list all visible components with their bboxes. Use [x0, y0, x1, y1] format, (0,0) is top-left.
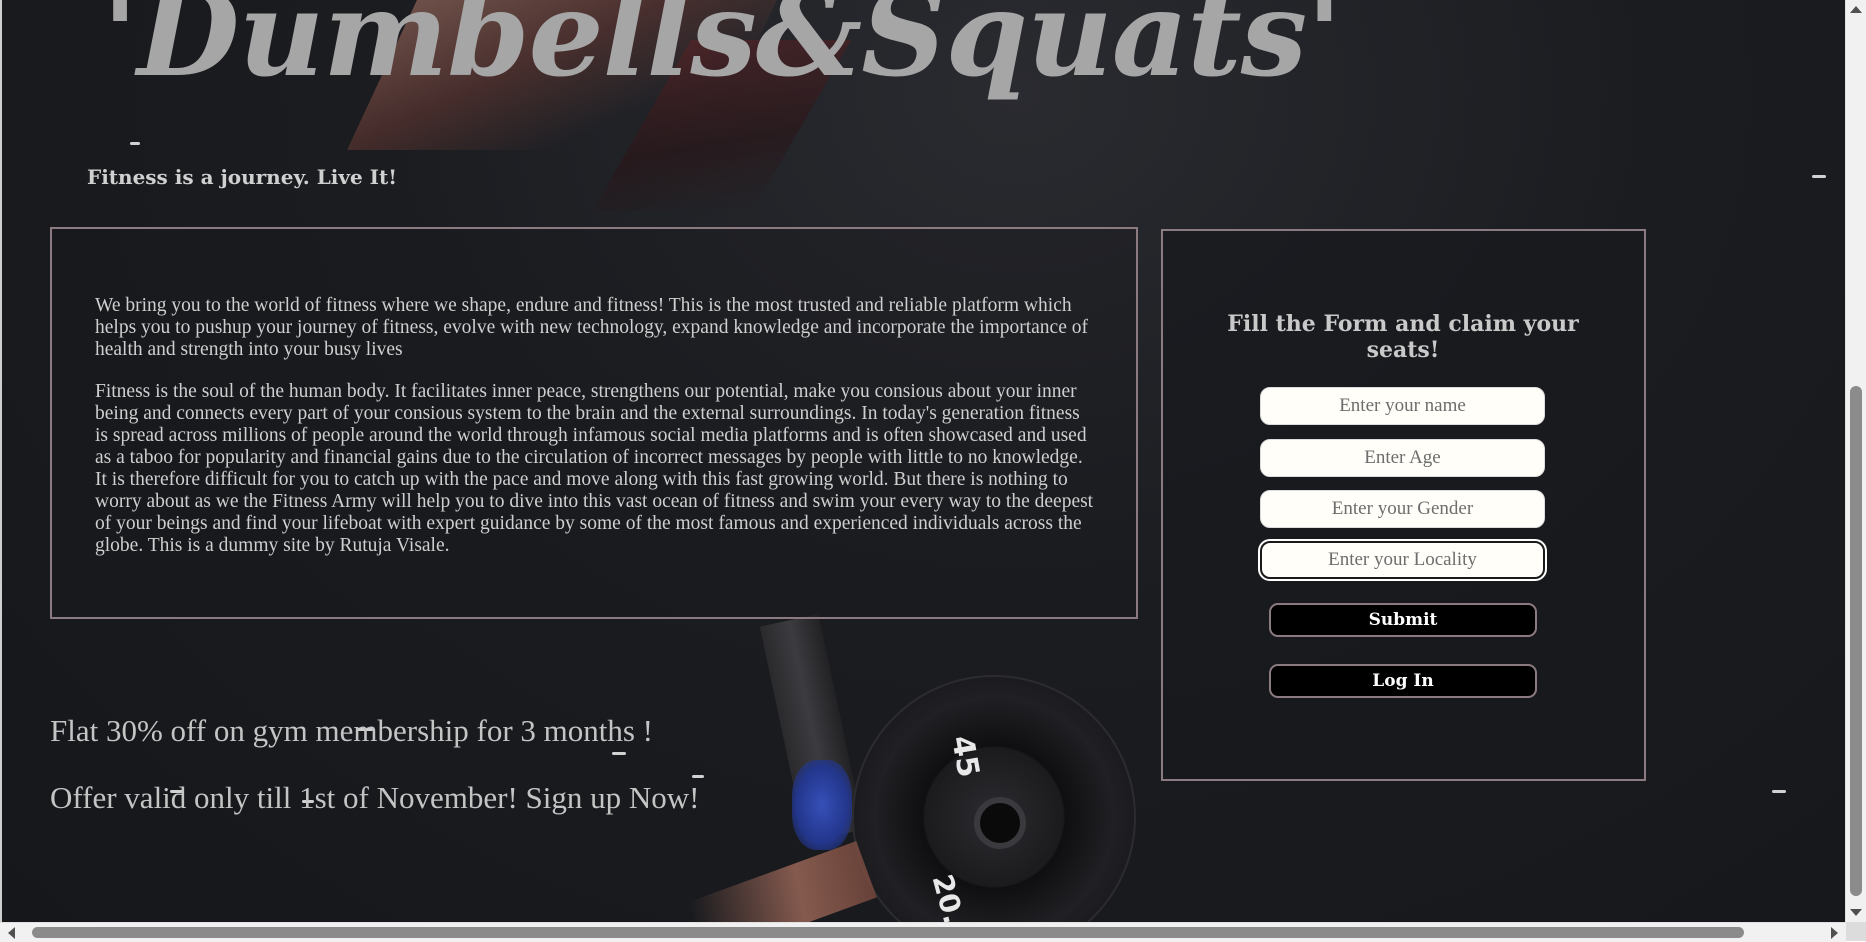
locality-input[interactable]	[1260, 541, 1545, 579]
gender-input[interactable]	[1260, 490, 1545, 528]
scroll-left-icon[interactable]	[8, 927, 15, 939]
background-light	[612, 752, 626, 755]
horizontal-scroll-thumb[interactable]	[32, 927, 1744, 938]
submit-button[interactable]: Submit	[1269, 603, 1537, 637]
offer-text: Flat 30% off on gym membership for 3 mon…	[50, 713, 654, 748]
form-title: Fill the Form and claim your seats!	[1227, 311, 1579, 363]
offer-deadline-text: Offer valid only till 1st of November! S…	[50, 780, 700, 815]
page-viewport: 45 20.4 'Dumbells&Squats' Fitness is a j…	[0, 0, 1848, 922]
horizontal-scrollbar[interactable]	[0, 922, 1846, 942]
background-light	[1772, 790, 1786, 793]
login-button[interactable]: Log In	[1269, 664, 1537, 698]
scrollbar-corner	[1846, 922, 1866, 941]
weight-plate-hub	[974, 797, 1026, 849]
name-input[interactable]	[1260, 387, 1545, 425]
weight-plate-number: 45	[944, 732, 986, 781]
vertical-scrollbar[interactable]	[1845, 0, 1866, 922]
background-weight-plate: 45 20.4	[852, 675, 1136, 922]
scroll-up-icon[interactable]	[1850, 6, 1862, 13]
background-leg-image	[687, 841, 877, 922]
background-shoe-image	[792, 760, 852, 850]
about-section: We bring you to the world of fitness whe…	[50, 227, 1138, 619]
tagline: Fitness is a journey. Live It!	[87, 165, 398, 189]
brand-title: 'Dumbells&Squats'	[102, 0, 1342, 103]
about-paragraph: We bring you to the world of fitness whe…	[95, 295, 1088, 360]
age-input[interactable]	[1260, 439, 1545, 477]
signup-form: Fill the Form and claim your seats! Subm…	[1161, 229, 1646, 781]
background-light	[1812, 175, 1826, 178]
vertical-scroll-thumb[interactable]	[1850, 386, 1862, 896]
background-light	[130, 142, 140, 145]
weight-plate-number: 20.4	[925, 870, 976, 922]
about-paragraph: Fitness is the soul of the human body. I…	[95, 381, 1094, 556]
background-light	[692, 775, 704, 778]
scroll-right-icon[interactable]	[1831, 927, 1838, 939]
scroll-down-icon[interactable]	[1850, 909, 1862, 916]
